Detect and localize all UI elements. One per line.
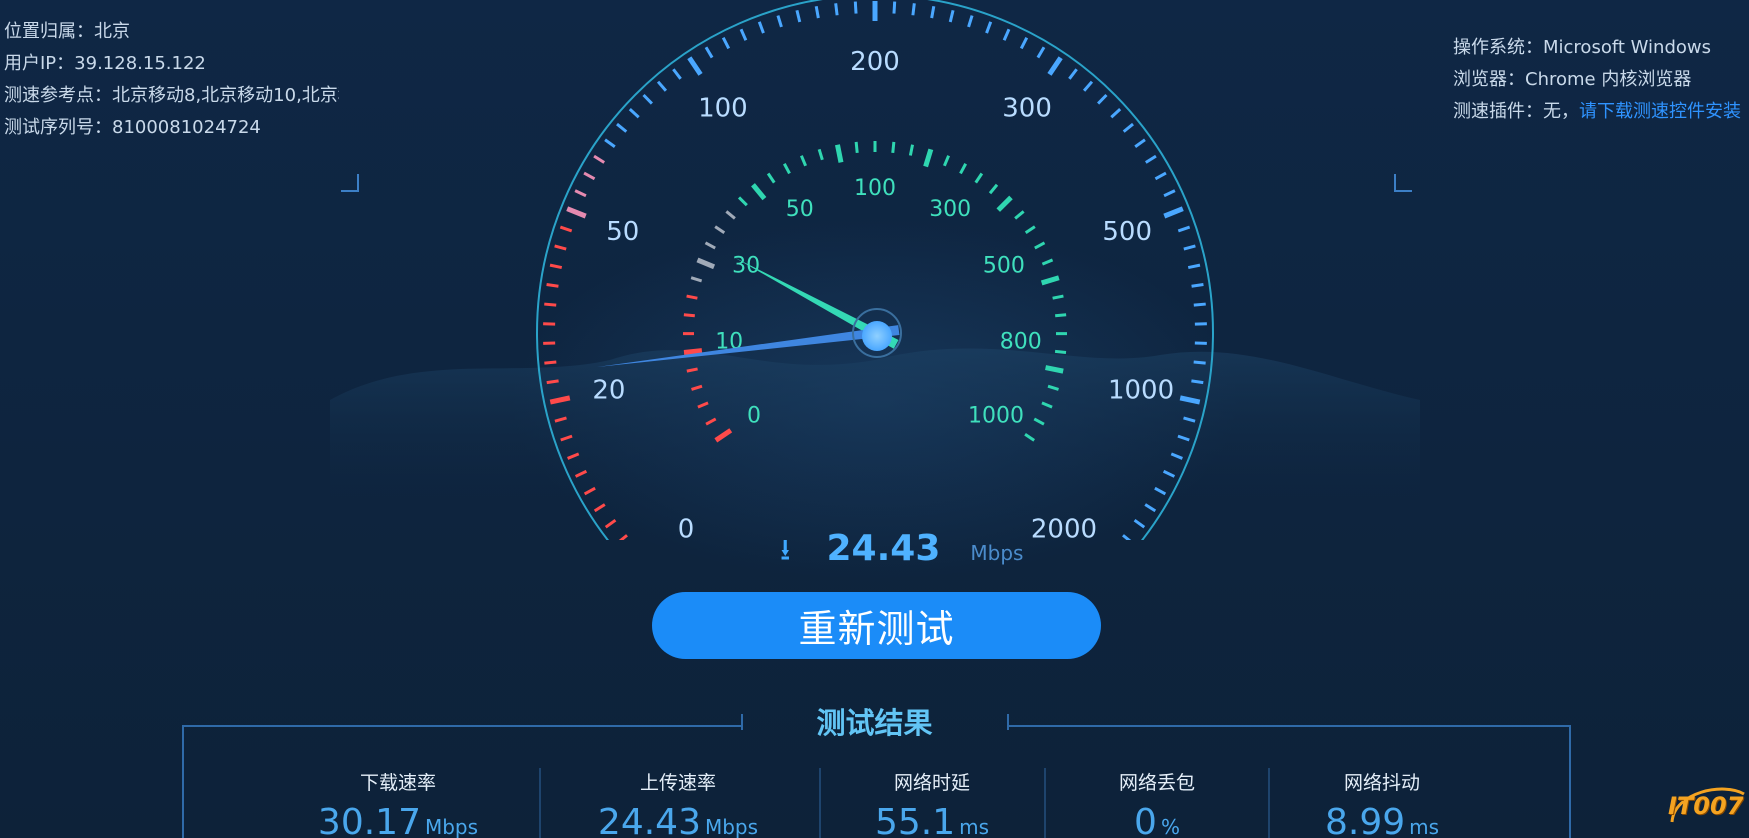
results-title: 测试结果 — [816, 706, 933, 740]
metric-label: 网络丢包 — [1118, 772, 1195, 794]
metric-label: 网络抖动 — [1343, 772, 1420, 794]
metric-value: 24.43 Mbps — [578, 802, 778, 838]
results-frame-right — [1008, 725, 1571, 738]
metric-packet-loss: 网络丢包 0% — [1057, 768, 1257, 838]
metric-number: 0 — [1134, 802, 1157, 838]
metric-unit: ms — [959, 815, 990, 838]
metric-unit: Mbps — [704, 815, 759, 838]
metric-number: 24.43 — [597, 802, 701, 838]
metric-number: 30.17 — [317, 802, 421, 838]
metric-value: 0% — [1057, 802, 1257, 838]
speedtest-page: 位置归属：北京 用户IP：39.128.15.122 测速参考点：北京移动8,北… — [0, 0, 1749, 838]
metric-upload: 上传速率 24.43 Mbps — [578, 768, 778, 838]
metric-value: 8.99 ms — [1282, 802, 1482, 838]
metric-download: 下载速率 30.17 Mbps — [298, 768, 498, 838]
metric-number: 55.1 — [874, 802, 956, 838]
results-frame-left — [182, 725, 742, 738]
metric-unit: ms — [1409, 815, 1440, 838]
metric-label: 下载速率 — [359, 772, 436, 794]
metric-unit: % — [1160, 815, 1180, 838]
metric-value: 30.17 Mbps — [298, 802, 498, 838]
metric-value: 55.1 ms — [832, 802, 1032, 838]
site-logo: IT007 — [1664, 782, 1748, 832]
metric-label: 上传速率 — [639, 772, 716, 794]
metric-unit: Mbps — [424, 815, 479, 838]
logo-text: IT007 — [1668, 792, 1744, 820]
metric-number: 8.99 — [1324, 802, 1406, 838]
metric-label: 网络时延 — [893, 772, 970, 794]
metric-jitter: 网络抖动 8.99 ms — [1282, 768, 1482, 838]
metric-latency: 网络时延 55.1 ms — [832, 768, 1032, 838]
